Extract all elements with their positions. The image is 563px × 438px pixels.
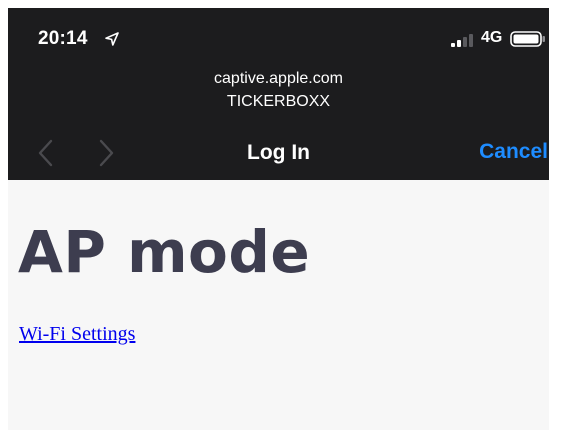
network-ssid: TICKERBOXX xyxy=(226,93,331,110)
location-arrow-icon xyxy=(105,32,119,46)
battery-icon xyxy=(510,31,545,47)
portal-host: captive.apple.com xyxy=(214,70,343,87)
status-time: 20:14 xyxy=(38,28,88,49)
captive-portal-header: 20:14 4G captive.apple.com TICKERBOXX Lo… xyxy=(8,8,549,180)
captive-portal-window: 20:14 4G captive.apple.com TICKERBOXX Lo… xyxy=(8,8,549,430)
cancel-button[interactable]: Cancel xyxy=(458,140,548,164)
page-heading: AP mode xyxy=(18,218,311,286)
portal-page-content: AP mode Wi-Fi Settings xyxy=(8,180,549,430)
cellular-signal-icon xyxy=(451,34,473,47)
wifi-settings-link[interactable]: Wi-Fi Settings xyxy=(19,323,135,346)
network-type-label: 4G xyxy=(481,29,503,46)
